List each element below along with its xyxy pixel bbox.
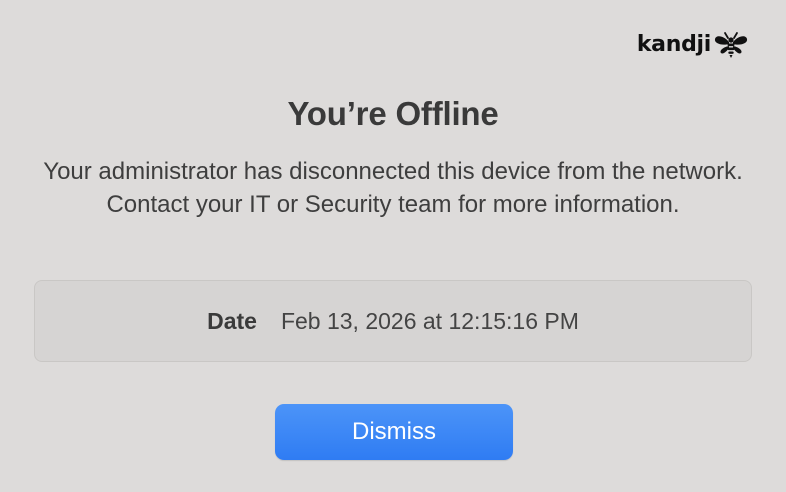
date-value: Feb 13, 2026 at 12:15:16 PM [280,307,579,334]
kandji-logo: kandji [637,28,748,62]
date-info-box: Date Feb 13, 2026 at 12:15:16 PM [34,280,752,362]
dialog-title: You’re Offline [287,95,499,132]
brand-name: kandji [636,32,711,57]
date-label: Date [207,307,257,334]
dismiss-button[interactable]: Dismiss [275,404,513,460]
bee-icon [714,32,748,58]
dialog-message: Your administrator has disconnected this… [43,158,743,218]
offline-dialog: kandji You’re Offline Your administrator… [0,0,786,492]
